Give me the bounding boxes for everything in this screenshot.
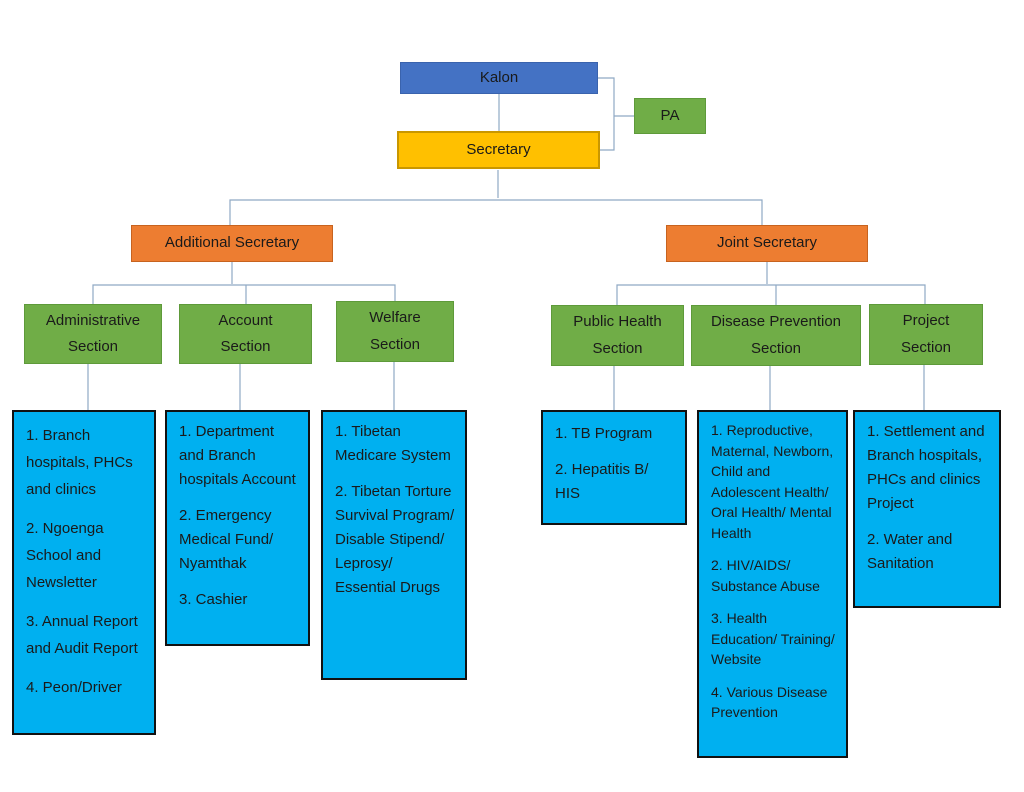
pa-label: PA: [660, 106, 680, 124]
list-item: 3. Cashier: [179, 591, 248, 608]
connector-joint-sections: [616, 262, 926, 305]
section-title: Administrative: [45, 311, 141, 329]
section-account: Account Section: [179, 304, 312, 364]
additional-secretary-label: Additional Secretary: [164, 234, 300, 252]
joint-secretary-box: Joint Secretary: [666, 225, 868, 262]
connector-sections-lists: [87, 362, 925, 410]
section-subtitle: Section: [67, 338, 119, 355]
list-item: 4. Various Disease Prevention: [711, 683, 828, 721]
section-welfare: Welfare Section: [336, 301, 454, 362]
list-administrative: 1. Branch hospitals, PHCs and clinics 2.…: [12, 410, 156, 735]
connector-secretary-split: [229, 170, 763, 225]
section-title: Disease Prevention: [710, 313, 842, 331]
section-administrative: Administrative Section: [24, 304, 162, 364]
section-subtitle: Section: [900, 338, 952, 356]
section-disease-prevention: Disease Prevention Section: [691, 305, 861, 366]
list-item: 2. Water and Sanitation: [867, 531, 953, 572]
list-item: 2. Ngoenga School and Newsletter: [26, 520, 104, 591]
secretary-box: Secretary: [397, 131, 600, 169]
list-item: 2. Hepatitis B/ HIS: [555, 461, 649, 502]
list-item: 4. Peon/Driver: [26, 679, 122, 696]
list-item: 2. HIV/AIDS/ Substance Abuse: [711, 557, 820, 594]
list-item: 3. Health Education/ Training/ Website: [711, 610, 835, 667]
list-item: 1. TB Program: [555, 425, 653, 442]
kalon-label: Kalon: [479, 68, 519, 86]
section-public-health: Public Health Section: [551, 305, 684, 366]
list-welfare: 1. Tibetan Medicare System 2. Tibetan To…: [321, 410, 467, 680]
list-item: 1. Branch hospitals, PHCs and clinics: [26, 427, 133, 498]
joint-secretary-label: Joint Secretary: [716, 234, 818, 252]
connector-additional-sections: [92, 262, 396, 304]
section-project: Project Section: [869, 304, 983, 365]
kalon-box: Kalon: [400, 62, 598, 94]
section-title: Project: [902, 312, 950, 330]
org-chart: Kalon Secretary PA Additional Secretary …: [0, 0, 1024, 792]
list-project: 1. Settlement and Branch hospitals, PHCs…: [853, 410, 1001, 608]
list-item: 1. Reproductive, Maternal, Newborn, Chil…: [711, 422, 834, 541]
section-subtitle: Section: [750, 339, 802, 357]
list-item: 3. Annual Report and Audit Report: [26, 613, 138, 657]
list-public-health: 1. TB Program 2. Hepatitis B/ HIS: [541, 410, 687, 525]
pa-box: PA: [634, 98, 706, 134]
additional-secretary-box: Additional Secretary: [131, 225, 333, 262]
section-subtitle: Section: [369, 335, 421, 353]
list-item: 1. Department and Branch hospitals Accou…: [179, 423, 296, 488]
list-item: 1. Tibetan Medicare System: [335, 423, 451, 464]
section-subtitle: Section: [592, 339, 643, 357]
list-disease-prevention: 1. Reproductive, Maternal, Newborn, Chil…: [697, 410, 848, 758]
list-item: 2. Tibetan Torture Survival Program/ Dis…: [335, 483, 455, 596]
list-item: 1. Settlement and Branch hospitals, PHCs…: [867, 423, 985, 512]
secretary-label: Secretary: [466, 140, 531, 158]
section-title: Public Health: [573, 313, 662, 331]
section-title: Account: [218, 311, 273, 329]
list-account: 1. Department and Branch hospitals Accou…: [165, 410, 310, 646]
connector-pa-bracket: [598, 77, 634, 151]
section-subtitle: Section: [220, 338, 271, 355]
list-item: 2. Emergency Medical Fund/ Nyamthak: [179, 507, 274, 572]
section-title: Welfare: [369, 309, 421, 327]
